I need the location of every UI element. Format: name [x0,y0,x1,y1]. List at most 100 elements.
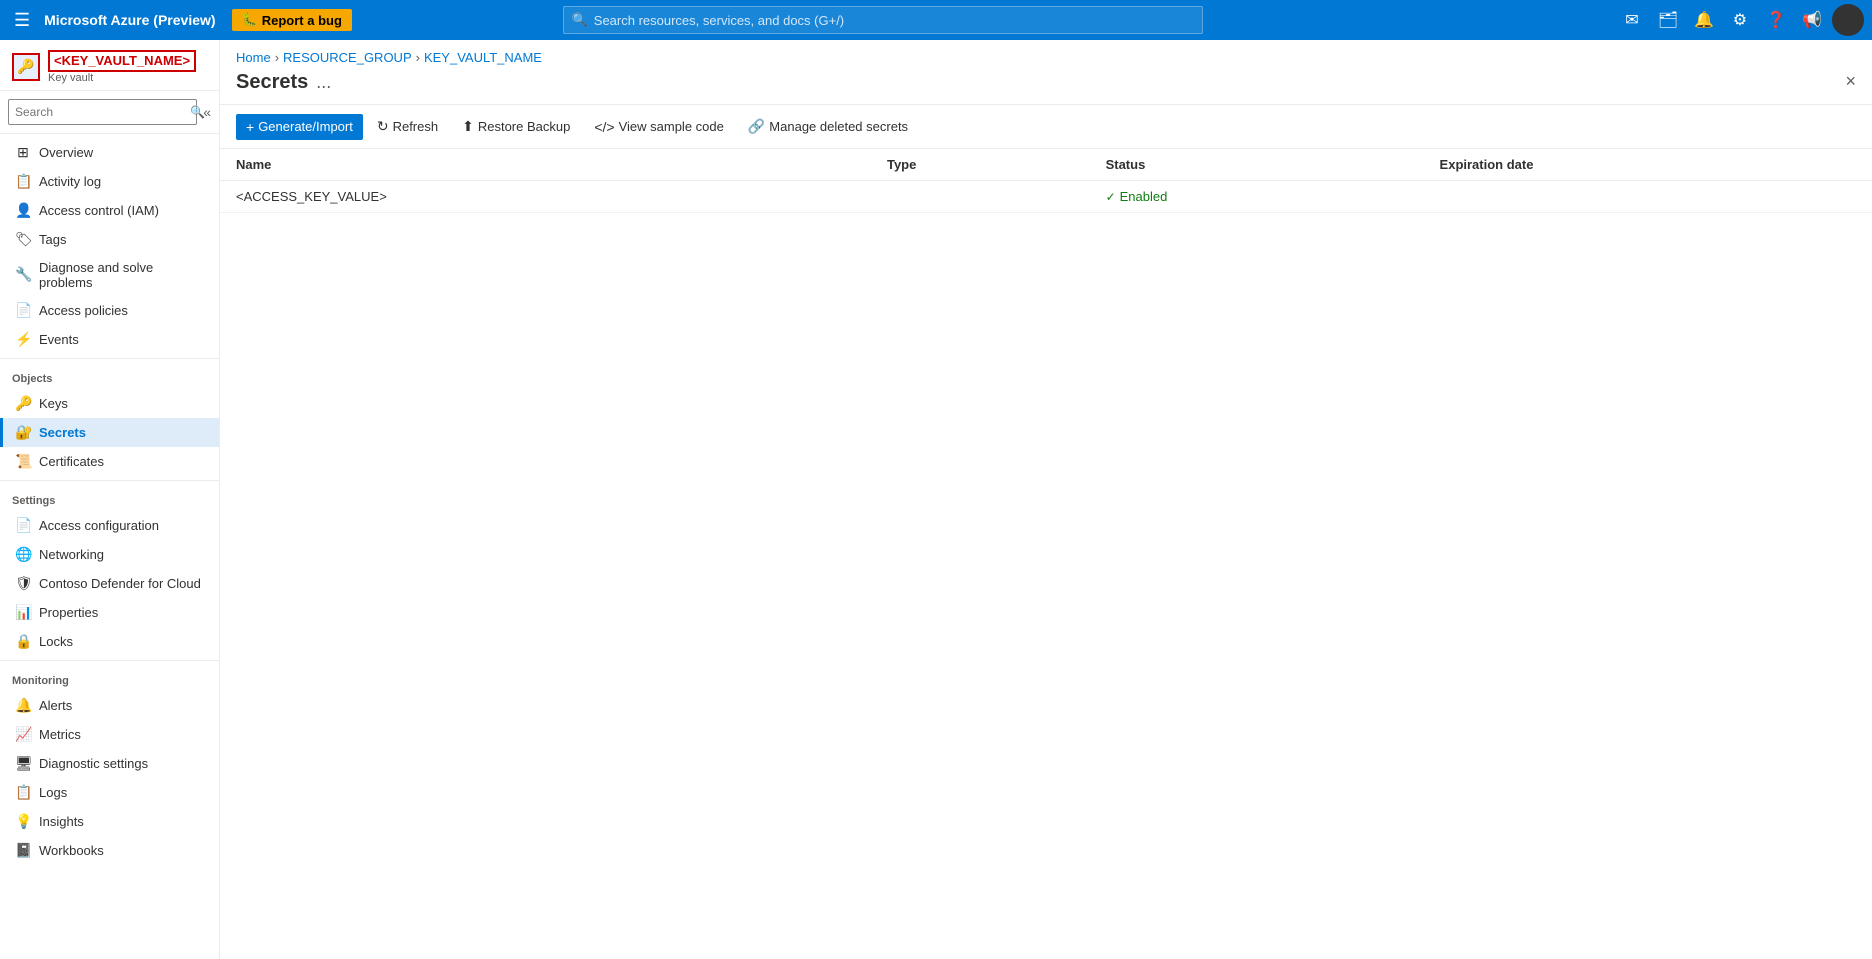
help-icon[interactable]: ❓ [1760,4,1792,36]
breadcrumb: Home › RESOURCE_GROUP › KEY_VAULT_NAME [236,50,1856,65]
alerts-icon: 🔔 [15,697,31,714]
user-avatar[interactable] [1832,4,1864,36]
sidebar-item-certificates[interactable]: 📜 Certificates [0,447,219,476]
more-options-button[interactable]: ... [316,72,331,93]
table-row[interactable]: <ACCESS_KEY_VALUE> ✓ Enabled [220,181,1872,213]
email-icon[interactable]: ✉ [1616,4,1648,36]
refresh-icon: ↻ [377,118,389,135]
sidebar-item-access-control[interactable]: 👤 Access control (IAM) [0,196,219,225]
breadcrumb-key-vault[interactable]: KEY_VAULT_NAME [424,50,542,65]
sidebar-item-overview[interactable]: ⊞ Overview [0,138,219,167]
sidebar-item-locks[interactable]: 🔒 Locks [0,627,219,656]
feedback-icon[interactable]: 📢 [1796,4,1828,36]
sidebar-item-access-control-label: Access control (IAM) [39,203,159,218]
col-status: Status [1090,149,1424,181]
sidebar-item-defender[interactable]: 🛡 Contoso Defender for Cloud [0,569,219,598]
bug-icon: 🐛 [242,12,258,28]
resource-title-block: <KEY_VAULT_NAME> Key vault [48,50,196,84]
networking-icon: 🌐 [15,546,31,563]
sidebar-item-insights-label: Insights [39,814,84,829]
generate-import-button[interactable]: + Generate/Import [236,114,363,140]
status-badge: ✓ Enabled [1106,189,1408,204]
sidebar-item-secrets[interactable]: 🔐 Secrets [0,418,219,447]
logs-icon: 📋 [15,784,31,801]
activity-log-icon: 📋 [15,173,31,190]
sidebar-item-metrics-label: Metrics [39,727,81,742]
search-icon: 🔍 [572,12,588,28]
sidebar-item-events[interactable]: ⚡ Events [0,325,219,354]
resource-icon: 🔑 [12,53,40,81]
content-header: Home › RESOURCE_GROUP › KEY_VAULT_NAME S… [220,40,1872,105]
refresh-button[interactable]: ↻ Refresh [367,113,448,140]
sidebar-item-locks-label: Locks [39,634,73,649]
notifications-icon[interactable]: 🔔 [1688,4,1720,36]
report-bug-button[interactable]: 🐛 Report a bug [232,9,352,31]
sidebar-item-properties-label: Properties [39,605,98,620]
sidebar-search-bar: 🔍 « [0,91,219,134]
sidebar-item-metrics[interactable]: 📈 Metrics [0,720,219,749]
hamburger-icon[interactable]: ☰ [8,6,36,35]
directory-icon[interactable]: 🗂 [1652,4,1684,36]
certificates-icon: 📜 [15,453,31,470]
sidebar-item-alerts[interactable]: 🔔 Alerts [0,691,219,720]
sidebar-item-overview-label: Overview [39,145,93,160]
sidebar-item-tags[interactable]: 🏷 Tags [0,225,219,254]
topbar: ☰ Microsoft Azure (Preview) 🐛 Report a b… [0,0,1872,40]
topbar-icon-group: ✉ 🗂 🔔 ⚙ ❓ 📢 [1616,4,1864,36]
insights-icon: 💡 [15,813,31,830]
sidebar-item-diagnose[interactable]: 🔧 Diagnose and solve problems [0,254,219,296]
resource-name: <KEY_VAULT_NAME> [48,50,196,72]
toolbar: + Generate/Import ↻ Refresh ⬆ Restore Ba… [220,105,1872,149]
sidebar-item-certificates-label: Certificates [39,454,104,469]
sidebar-item-access-config-label: Access configuration [39,518,159,533]
content-title-row: Secrets ... × [236,71,1856,94]
sidebar-item-access-policies[interactable]: 📄 Access policies [0,296,219,325]
access-config-icon: 📄 [15,517,31,534]
global-search-bar[interactable]: 🔍 [563,6,1203,34]
sidebar-item-keys[interactable]: 🔑 Keys [0,389,219,418]
check-icon: ✓ [1106,190,1116,204]
sidebar-search-icon: 🔍 [190,105,205,119]
secrets-table-area: Name Type Status Expiration date <ACCESS… [220,149,1872,959]
sidebar-search-input[interactable] [8,99,197,125]
sidebar-item-access-policies-label: Access policies [39,303,128,318]
sidebar-item-logs[interactable]: 📋 Logs [0,778,219,807]
row-expiration [1424,181,1872,213]
resource-header: 🔑 <KEY_VAULT_NAME> Key vault [0,40,219,91]
breadcrumb-resource-group[interactable]: RESOURCE_GROUP [283,50,412,65]
overview-icon: ⊞ [15,144,31,161]
col-name: Name [220,149,871,181]
manage-deleted-secrets-button[interactable]: 🔗 Manage deleted secrets [738,113,918,140]
sidebar-item-diagnostic-settings[interactable]: 🖥 Diagnostic settings [0,749,219,778]
row-type [871,181,1090,213]
sidebar-item-logs-label: Logs [39,785,67,800]
sidebar-item-networking[interactable]: 🌐 Networking [0,540,219,569]
sidebar: 🔑 <KEY_VAULT_NAME> Key vault 🔍 « ⊞ Overv… [0,40,220,959]
view-sample-code-button[interactable]: </> View sample code [584,114,734,140]
row-name: <ACCESS_KEY_VALUE> [220,181,871,213]
defender-icon: 🛡 [15,575,31,592]
breadcrumb-home[interactable]: Home [236,50,271,65]
events-icon: ⚡ [15,331,31,348]
sidebar-item-access-config[interactable]: 📄 Access configuration [0,511,219,540]
col-type: Type [871,149,1090,181]
sidebar-item-workbooks[interactable]: 📓 Workbooks [0,836,219,865]
sidebar-item-insights[interactable]: 💡 Insights [0,807,219,836]
restore-backup-button[interactable]: ⬆ Restore Backup [452,113,580,140]
resource-type: Key vault [48,72,196,84]
sidebar-item-properties[interactable]: 📊 Properties [0,598,219,627]
secrets-table: Name Type Status Expiration date <ACCESS… [220,149,1872,213]
settings-icon[interactable]: ⚙ [1724,4,1756,36]
sidebar-item-diagnostic-settings-label: Diagnostic settings [39,756,148,771]
row-status: ✓ Enabled [1090,181,1424,213]
locks-icon: 🔒 [15,633,31,650]
keys-icon: 🔑 [15,395,31,412]
sidebar-item-tags-label: Tags [39,232,66,247]
sidebar-item-activity-log[interactable]: 📋 Activity log [0,167,219,196]
sidebar-item-diagnose-label: Diagnose and solve problems [39,260,207,290]
section-settings-label: Settings [0,485,219,511]
diagnose-icon: 🔧 [15,266,31,283]
close-button[interactable]: × [1845,71,1856,92]
global-search-input[interactable] [594,13,1194,28]
sidebar-item-events-label: Events [39,332,79,347]
